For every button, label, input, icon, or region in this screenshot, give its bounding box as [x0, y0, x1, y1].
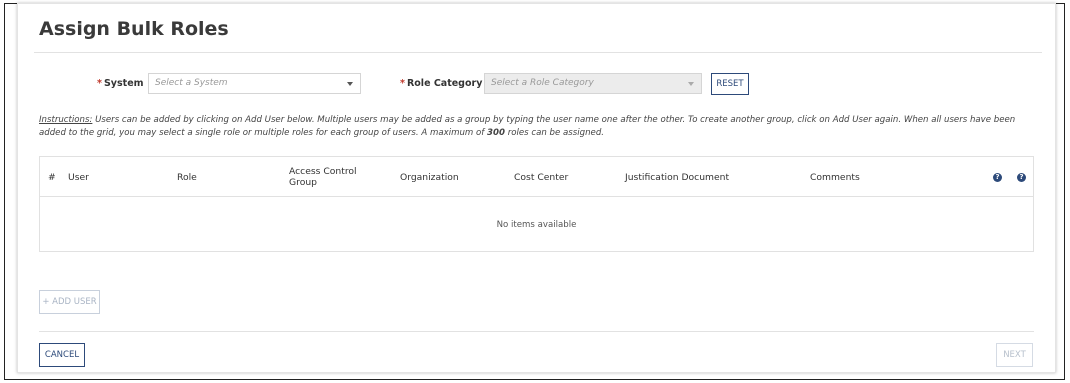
system-select-placeholder: Select a System: [155, 78, 228, 88]
role-category-select[interactable]: Select a Role Category: [484, 73, 702, 94]
role-category-select-placeholder: Select a Role Category: [491, 78, 594, 88]
column-header-cost-center[interactable]: Cost Center: [514, 157, 568, 197]
grid-header-row: # User Role Access Control Group Organiz…: [40, 157, 1033, 197]
system-label-text: System: [103, 78, 144, 89]
role-category-label: * Role Category: [400, 78, 482, 89]
grid-empty-message: No items available: [496, 219, 577, 230]
instructions-lead: Instructions:: [39, 115, 93, 125]
footer-divider: [39, 331, 1034, 332]
help-icon[interactable]: ?: [993, 172, 1002, 182]
required-marker: *: [400, 78, 405, 89]
max-roles-value: 300: [487, 128, 505, 138]
cancel-button[interactable]: CANCEL: [39, 343, 85, 367]
system-label: * System: [97, 78, 144, 89]
column-header-justification-document[interactable]: Justification Document: [625, 157, 729, 197]
required-marker: *: [97, 78, 102, 89]
column-header-comments[interactable]: Comments: [810, 157, 860, 197]
help-icon-cell[interactable]: ?: [993, 157, 1002, 197]
help-icon-cell[interactable]: ?: [1017, 157, 1026, 197]
page-title: Assign Bulk Roles: [39, 18, 229, 40]
add-user-button[interactable]: + ADD USER: [39, 290, 100, 314]
column-header-role[interactable]: Role: [177, 157, 197, 197]
next-button[interactable]: NEXT: [996, 343, 1033, 367]
column-header-number[interactable]: #: [48, 157, 56, 197]
help-icon[interactable]: ?: [1017, 172, 1026, 182]
role-category-label-text: Role Category: [406, 78, 483, 89]
instructions-text: Instructions: Users can be added by clic…: [39, 114, 1043, 140]
assign-bulk-roles-card: Assign Bulk Roles * System Select a Syste…: [17, 3, 1056, 373]
chevron-down-icon: [347, 82, 353, 86]
column-header-access-control-group[interactable]: Access Control Group: [289, 157, 379, 197]
column-header-organization[interactable]: Organization: [400, 157, 459, 197]
reset-button[interactable]: RESET: [711, 73, 749, 95]
users-roles-grid: # User Role Access Control Group Organiz…: [39, 156, 1034, 252]
system-select[interactable]: Select a System: [148, 73, 361, 94]
instructions-tail: roles can be assigned.: [504, 128, 605, 138]
chevron-down-icon: [688, 82, 694, 86]
column-header-user[interactable]: User: [68, 157, 89, 197]
title-divider: [34, 52, 1042, 53]
